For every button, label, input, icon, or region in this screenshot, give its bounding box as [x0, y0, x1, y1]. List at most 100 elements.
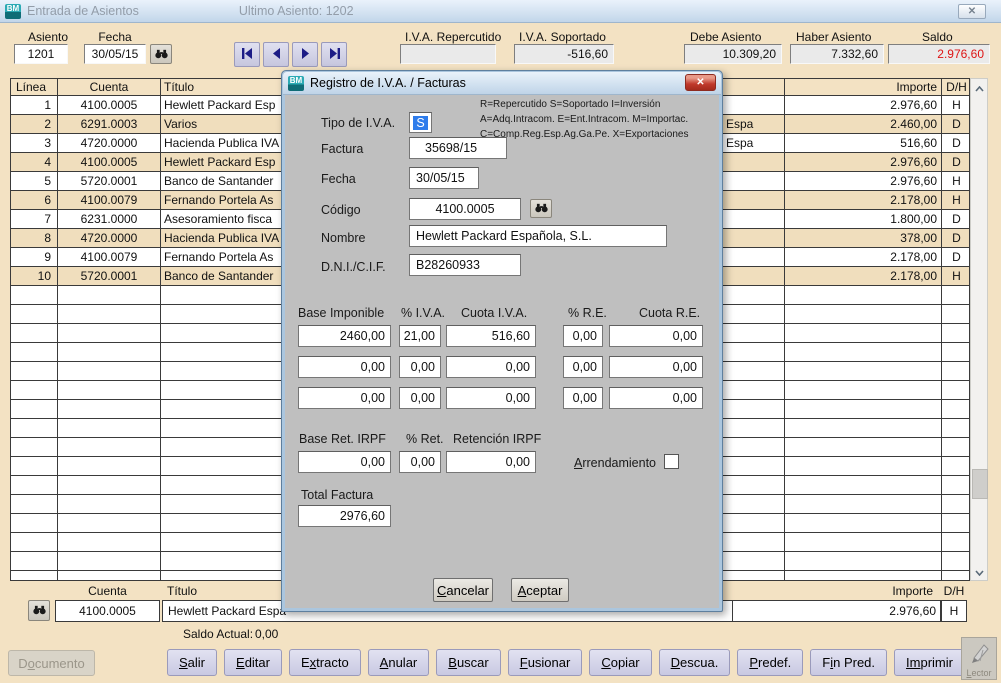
scrollbar-thumb[interactable]	[972, 469, 988, 499]
footer-dh-input[interactable]: H	[941, 600, 967, 622]
footer-importe-input[interactable]: 2.976,60	[733, 600, 941, 622]
vat-grid-input-r2c4[interactable]: 0,00	[563, 356, 603, 378]
cell-linea: 10	[11, 267, 58, 286]
scroll-down-button[interactable]	[971, 563, 987, 580]
cell-linea	[11, 286, 58, 305]
cell-dh	[942, 514, 970, 533]
vat-grid-input-r3c1[interactable]: 0,00	[298, 387, 391, 409]
search-date-button[interactable]	[150, 44, 172, 64]
arrendamiento-label: Arrendamiento	[574, 456, 656, 470]
cell-linea	[11, 438, 58, 457]
iva-soportado-label: I.V.A. Soportado	[519, 30, 606, 44]
copiar-button[interactable]: Copiar	[589, 649, 651, 676]
vat-grid-input-r1c4[interactable]: 0,00	[563, 325, 603, 347]
vat-grid-input-r3c3[interactable]: 0,00	[446, 387, 536, 409]
window-close-button[interactable]: ✕	[958, 4, 986, 19]
vat-grid-input-r1c1[interactable]: 2460,00	[298, 325, 391, 347]
lector-button[interactable]: Lector	[961, 637, 997, 680]
cell-dh	[942, 400, 970, 419]
bottom-buttons: Salir Editar Extracto AnularBuscar FusionarC…	[167, 649, 965, 676]
cell-linea: 4	[11, 153, 58, 172]
descua-button[interactable]: Descua.	[659, 649, 731, 676]
search-code-button[interactable]	[530, 199, 552, 218]
cell-cuenta	[58, 324, 161, 343]
saldo-field: 2.976,60	[888, 44, 990, 64]
documento-button[interactable]: Documento	[8, 650, 95, 676]
vat-grid-input-r3c2[interactable]: 0,00	[399, 387, 441, 409]
aceptar-button[interactable]: Aceptar	[511, 578, 569, 602]
cell-linea	[11, 343, 58, 362]
nombre-input[interactable]: Hewlett Packard Española, S.L.	[409, 225, 667, 247]
scroll-up-button[interactable]	[971, 79, 987, 96]
cell-dh	[942, 552, 970, 571]
codigo-input[interactable]: 4100.0005	[409, 198, 521, 220]
first-record-button[interactable]	[234, 42, 260, 67]
dialog-titlebar: BM Registro de I.V.A. / Facturas	[283, 72, 721, 95]
factura-input[interactable]: 35698/15	[409, 137, 507, 159]
saldo-actual-label: Saldo Actual:	[183, 627, 253, 641]
vat-grid-input-r3c4[interactable]: 0,00	[563, 387, 603, 409]
irpf-input-c2[interactable]: 0,00	[399, 451, 441, 473]
hidden-column-fragment: Espa	[726, 134, 753, 152]
base-imponible-header: Base Imponible	[298, 306, 384, 320]
total-factura-input[interactable]: 2976,60	[298, 505, 391, 527]
cell-importe	[785, 552, 942, 571]
asiento-input[interactable]: 1201	[14, 44, 68, 64]
next-record-button[interactable]	[292, 42, 318, 67]
table-scrollbar[interactable]	[970, 78, 988, 581]
predef-button[interactable]: Predef.	[737, 649, 803, 676]
search-account-button[interactable]	[28, 600, 50, 621]
tipo-iva-input[interactable]: S	[409, 112, 432, 133]
cell-importe: 2.460,00	[785, 115, 942, 134]
vat-grid-input-r1c5[interactable]: 0,00	[609, 325, 703, 347]
fecha-input[interactable]: 30/05/15	[84, 44, 146, 64]
previous-record-icon	[271, 47, 282, 62]
arrendamiento-checkbox[interactable]	[664, 454, 679, 469]
vat-grid-input-r2c5[interactable]: 0,00	[609, 356, 703, 378]
vat-grid-input-r3c5[interactable]: 0,00	[609, 387, 703, 409]
irpf-input-c1[interactable]: 0,00	[298, 451, 391, 473]
cell-importe: 2.178,00	[785, 191, 942, 210]
anular-button[interactable]: Anular	[368, 649, 430, 676]
cell-cuenta: 4100.0005	[58, 153, 161, 172]
haber-asiento-label: Haber Asiento	[796, 30, 871, 44]
factura-label: Factura	[321, 142, 363, 156]
cell-linea	[11, 400, 58, 419]
vat-grid-input-r1c3[interactable]: 516,60	[446, 325, 536, 347]
legend-line-2: A=Adq.Intracom. E=Ent.Intracom. M=Import…	[480, 112, 688, 127]
irpf-input-c3[interactable]: 0,00	[446, 451, 536, 473]
cell-importe	[785, 286, 942, 305]
cell-importe: 378,00	[785, 229, 942, 248]
cell-importe	[785, 571, 942, 581]
buscar-button[interactable]: Buscar	[436, 649, 500, 676]
last-record-button[interactable]	[321, 42, 347, 67]
cancelar-button[interactable]: Cancelar	[433, 578, 493, 602]
fusionar-button[interactable]: Fusionar	[508, 649, 583, 676]
base-ret-irpf-header: Base Ret. IRPF	[299, 432, 386, 446]
nombre-label: Nombre	[321, 231, 365, 245]
dialog-close-button[interactable]: ✕	[685, 74, 716, 91]
editar-button[interactable]: Editar	[224, 649, 282, 676]
debe-asiento-label: Debe Asiento	[690, 30, 761, 44]
codigo-label: Código	[321, 203, 361, 217]
extracto-button[interactable]: Extracto	[289, 649, 361, 676]
cell-importe	[785, 343, 942, 362]
cell-importe: 516,60	[785, 134, 942, 153]
fin-pred-button[interactable]: Fin Pred.	[810, 649, 887, 676]
cell-linea: 1	[11, 96, 58, 115]
footer-cuenta-input[interactable]: 4100.0005	[55, 600, 160, 622]
cell-dh: D	[942, 153, 970, 172]
imprimir-button[interactable]: Imprimir	[894, 649, 965, 676]
salir-button[interactable]: Salir	[167, 649, 217, 676]
vat-grid-input-r2c1[interactable]: 0,00	[298, 356, 391, 378]
cell-importe	[785, 305, 942, 324]
dni-cif-input[interactable]: B28260933	[409, 254, 521, 276]
iva-repercutido-field	[400, 44, 496, 64]
vat-grid-input-r1c2[interactable]: 21,00	[399, 325, 441, 347]
previous-record-button[interactable]	[263, 42, 289, 67]
vat-grid-input-r2c3[interactable]: 0,00	[446, 356, 536, 378]
cell-importe	[785, 495, 942, 514]
vat-grid-input-r2c2[interactable]: 0,00	[399, 356, 441, 378]
dialog-fecha-input[interactable]: 30/05/15	[409, 167, 479, 189]
cell-dh	[942, 362, 970, 381]
